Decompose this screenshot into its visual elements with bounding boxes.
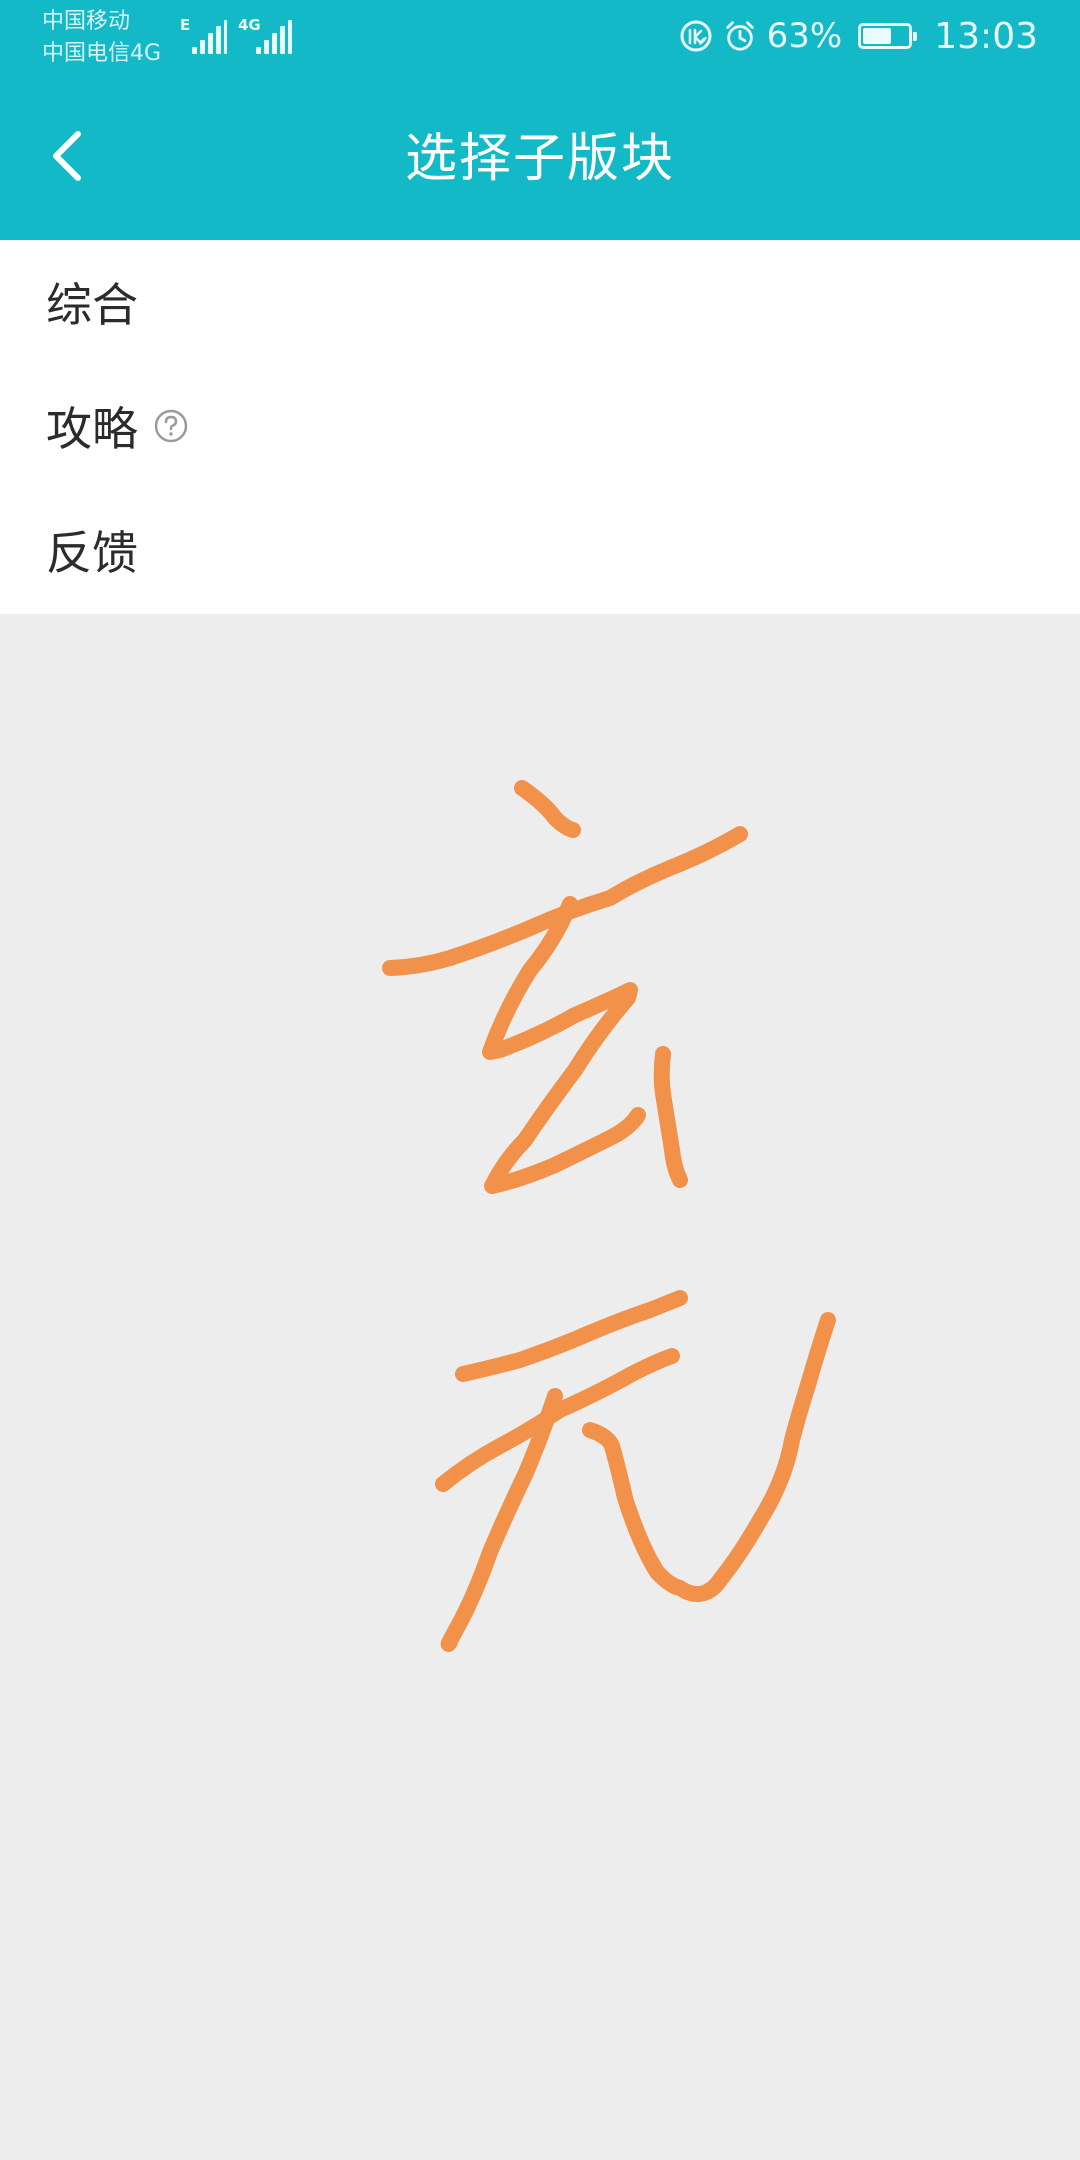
status-right-group: 63% 13:03 — [679, 12, 1038, 60]
list-item-section-general[interactable]: 综合 — [0, 240, 1080, 364]
carrier-info: 中国移动 中国电信4G — [42, 6, 161, 70]
list-item-label: 综合 — [46, 278, 138, 332]
carrier-1-label: 中国移动 — [42, 9, 131, 34]
signal-strength-1: E — [178, 16, 227, 54]
list-item-section-guides[interactable]: 攻略 — [0, 364, 1080, 488]
list-item-label: 攻略 — [46, 402, 138, 456]
signal-strength-2: 4G — [236, 16, 292, 54]
status-clock: 13:03 — [934, 15, 1038, 57]
battery-level-fill — [863, 28, 892, 44]
app-screen: 中国移动 中国电信4G E 4G 63% 13:03 选择子版块 综合 攻略 反… — [0, 0, 1080, 2160]
title-bar: 选择子版块 — [0, 72, 1080, 240]
page-title: 选择子版块 — [404, 129, 675, 189]
status-bar: 中国移动 中国电信4G E 4G 63% 13:03 — [0, 0, 1080, 72]
carrier-2-label: 中国电信4G — [42, 41, 162, 66]
network-type-1-label: E — [180, 16, 191, 34]
list-item-section-feedback[interactable]: 反馈 — [0, 488, 1080, 612]
battery-percentage: 63% — [766, 16, 843, 56]
section-list: 综合 攻略 反馈 — [0, 240, 1080, 614]
battery-icon — [858, 23, 918, 49]
alarm-icon — [723, 19, 757, 53]
data-saver-icon — [679, 19, 713, 53]
list-item-label: 反馈 — [46, 526, 138, 580]
help-circle-icon[interactable] — [154, 409, 188, 443]
signal-bars-1-icon — [192, 20, 227, 54]
signal-bars-2-icon — [256, 20, 292, 54]
